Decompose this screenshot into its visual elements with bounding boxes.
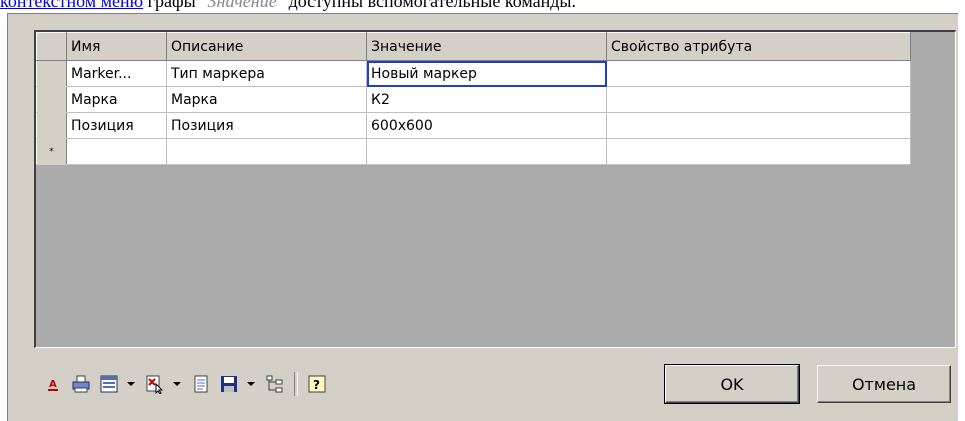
document-text: контекстном меню графы "Значение" доступ… xyxy=(0,0,576,13)
cancel-button[interactable]: Отмена xyxy=(817,365,951,403)
column-header-description[interactable]: Описание xyxy=(166,32,367,61)
columns-icon[interactable] xyxy=(98,373,120,395)
toolbar: A ? xyxy=(42,369,334,399)
cell-name[interactable]: Позиция xyxy=(66,112,167,139)
cell-attribute-property[interactable] xyxy=(606,138,911,165)
cell-value-selected[interactable]: Новый маркер xyxy=(366,60,607,87)
svg-text:A: A xyxy=(49,379,57,390)
new-row[interactable]: * xyxy=(36,138,911,165)
cell-name[interactable]: Марка xyxy=(66,86,167,113)
save-dropdown-arrow[interactable] xyxy=(246,373,256,395)
toolbar-separator xyxy=(294,372,298,396)
cell-description[interactable] xyxy=(166,138,367,165)
column-header-value[interactable]: Значение xyxy=(366,32,607,61)
delete-dropdown-arrow[interactable] xyxy=(172,373,182,395)
grid-header-row: Имя Описание Значение Свойство атрибута xyxy=(36,32,911,61)
context-menu-link[interactable]: контекстном меню xyxy=(0,0,143,11)
cell-name[interactable] xyxy=(66,138,167,165)
columns-dropdown-arrow[interactable] xyxy=(126,373,136,395)
row-header[interactable] xyxy=(36,112,67,139)
font-icon[interactable]: A xyxy=(42,373,64,395)
attributes-grid[interactable]: Имя Описание Значение Свойство атрибута … xyxy=(34,30,956,348)
marker-dialog: Имя Описание Значение Свойство атрибута … xyxy=(7,13,958,421)
doc-text-after: " доступны вспомогательные команды. xyxy=(276,0,577,11)
cell-value[interactable] xyxy=(366,138,607,165)
svg-text:?: ? xyxy=(313,378,320,392)
table-row[interactable]: Marker... Тип маркера Новый маркер xyxy=(36,60,911,87)
column-header-attribute-property[interactable]: Свойство атрибута xyxy=(606,32,911,61)
cell-description[interactable]: Марка xyxy=(166,86,367,113)
grid-corner[interactable] xyxy=(36,32,67,61)
doc-italic-text: Значение xyxy=(207,0,277,11)
copy-icon[interactable] xyxy=(190,373,212,395)
cell-attribute-property[interactable] xyxy=(606,86,911,113)
delete-icon[interactable] xyxy=(144,373,166,395)
cell-value[interactable]: К2 xyxy=(366,86,607,113)
tree-icon[interactable] xyxy=(264,373,286,395)
table-row[interactable]: Позиция Позиция 600x600 xyxy=(36,112,911,139)
cell-description[interactable]: Позиция xyxy=(166,112,367,139)
row-header[interactable] xyxy=(36,86,67,113)
ok-button[interactable]: OK xyxy=(664,364,800,404)
table-row[interactable]: Марка Марка К2 xyxy=(36,86,911,113)
print-icon[interactable] xyxy=(70,373,92,395)
cell-value[interactable]: 600x600 xyxy=(366,112,607,139)
cell-attribute-property[interactable] xyxy=(606,60,911,87)
save-icon[interactable] xyxy=(218,373,240,395)
cell-attribute-property[interactable] xyxy=(606,112,911,139)
help-icon[interactable]: ? xyxy=(306,373,328,395)
row-header[interactable] xyxy=(36,60,67,87)
cell-description[interactable]: Тип маркера xyxy=(166,60,367,87)
column-header-name[interactable]: Имя xyxy=(66,32,167,61)
attributes-table: Имя Описание Значение Свойство атрибута … xyxy=(36,32,911,165)
cell-name[interactable]: Marker... xyxy=(66,60,167,87)
new-row-marker[interactable]: * xyxy=(36,138,67,165)
doc-text-before: графы " xyxy=(143,0,208,11)
